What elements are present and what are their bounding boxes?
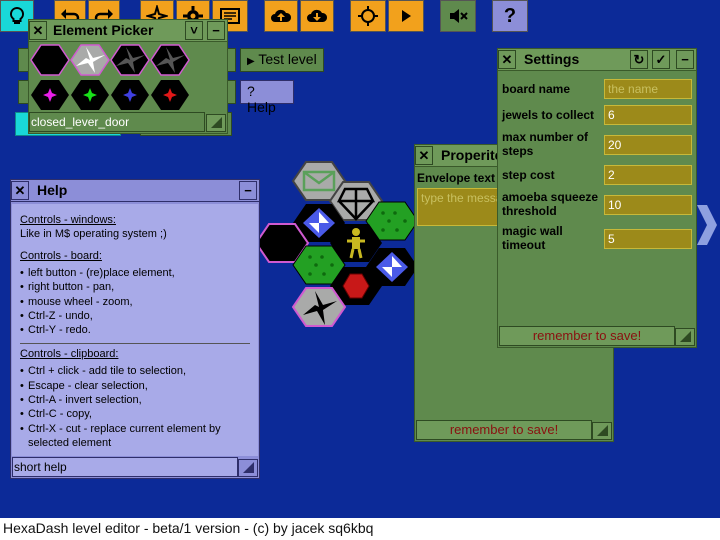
green-key-tile[interactable] (71, 80, 109, 110)
question-icon: ? (503, 4, 517, 27)
help-heading-windows: Controls - windows: (20, 214, 116, 226)
test-level-label: Test level (258, 51, 317, 67)
upload-button[interactable] (264, 0, 298, 32)
list-item: Ctrl-C - copy, (20, 407, 250, 422)
black-hex-tile[interactable] (30, 44, 70, 76)
bulb-icon (9, 6, 25, 24)
step-cost-input[interactable]: 2 (604, 165, 692, 185)
settings-titlebar[interactable]: ✕ Settings ↻ ✓ − (498, 49, 696, 71)
resize-handle[interactable] (592, 422, 612, 440)
help-heading-clipboard: Controls - clipboard: (20, 348, 119, 361)
magenta-key-tile[interactable] (31, 80, 69, 110)
magic-wall-label: magic wall timeout (502, 224, 563, 252)
amoeba-threshold-input[interactable]: 10 (604, 195, 692, 215)
mute-icon (450, 9, 468, 23)
list-item: Escape - clear selection, (20, 379, 250, 394)
help-titlebar[interactable]: ✕ Help − (11, 180, 259, 202)
minimize-icon[interactable]: − (207, 21, 225, 40)
cloud-upload-icon (271, 9, 292, 22)
selected-element-field: closed_lever_door (29, 112, 205, 132)
max-steps-label: max number of steps (502, 130, 589, 158)
status-bar: HexaDash level editor - beta/1 version -… (0, 518, 720, 540)
refresh-icon[interactable]: ↻ (630, 50, 648, 69)
blue-key-tile[interactable] (111, 80, 149, 110)
resize-handle[interactable] (206, 114, 226, 132)
question-icon: ? (247, 83, 255, 99)
list-item: Ctrl-Y - redo. (20, 323, 250, 338)
scroll-right-arrow[interactable] (697, 205, 717, 245)
help-heading-board: Controls - board: (20, 250, 102, 262)
element-picker-titlebar[interactable]: ✕ Element Picker ˅ − (29, 20, 227, 42)
magic-wall-input[interactable]: 5 (604, 229, 692, 249)
mute-button[interactable] (440, 0, 476, 32)
crosshair-icon (358, 6, 378, 26)
test-level-button[interactable]: ▶ Test level (240, 48, 324, 72)
close-icon[interactable]: ✕ (29, 21, 47, 40)
settings-save-reminder: remember to save! (499, 326, 675, 346)
minimize-icon[interactable]: − (676, 50, 694, 69)
level-board[interactable] (255, 155, 425, 340)
help-window[interactable]: ✕ Help − Controls - windows: Like in M$ … (10, 179, 260, 479)
resize-handle[interactable] (238, 459, 258, 477)
close-icon[interactable]: ✕ (498, 50, 516, 69)
settings-window[interactable]: ✕ Settings ↻ ✓ − board name the name jew… (497, 48, 697, 348)
help-list-board: left button - (re)place element, right b… (20, 266, 250, 338)
properties-save-reminder: remember to save! (416, 420, 592, 440)
element-picker-title: Element Picker (53, 22, 154, 38)
divider (20, 343, 250, 345)
max-steps-input[interactable]: 20 (604, 135, 692, 155)
chevron-right-icon (697, 205, 717, 245)
list-item: Ctrl-X - cut - replace current element b… (20, 422, 250, 451)
help-title: Help (37, 182, 68, 198)
help-toggle-button[interactable]: ? Help (240, 80, 294, 115)
board-name-input[interactable]: the name (604, 79, 692, 99)
pinwheel-gray-tile[interactable] (70, 44, 110, 76)
list-item: right button - pan, (20, 280, 250, 295)
list-item: Ctrl-Z - undo, (20, 309, 250, 324)
close-icon[interactable]: ✕ (11, 181, 29, 200)
minimize-icon[interactable]: − (239, 181, 257, 200)
help-text-windows: Like in M$ operating system ;) (20, 228, 167, 240)
board-name-label: board name (502, 82, 571, 96)
jewels-input[interactable]: 6 (604, 105, 692, 125)
jewels-label: jewels to collect (502, 108, 595, 122)
element-palette[interactable] (29, 43, 229, 113)
pinwheel-black-tile[interactable] (150, 44, 190, 76)
resize-handle[interactable] (675, 328, 695, 346)
step-cost-label: step cost (502, 168, 555, 182)
help-toggle-label: Help (247, 99, 276, 115)
red-key-tile[interactable] (151, 80, 189, 110)
download-button[interactable] (300, 0, 334, 32)
play-icon (402, 10, 411, 22)
target-button[interactable] (350, 0, 386, 32)
editor-desktop[interactable]: ? d d ▶ Test level ? Help (0, 0, 720, 518)
help-topic-field[interactable]: short help (12, 457, 238, 477)
list-item: Ctrl + click - add tile to selection, (20, 364, 250, 379)
close-icon[interactable]: ✕ (415, 146, 433, 165)
help-list-clipboard: Ctrl + click - add tile to selection, Es… (20, 364, 250, 450)
settings-title: Settings (524, 51, 580, 67)
check-icon[interactable]: ✓ (652, 50, 670, 69)
help-content[interactable]: Controls - windows: Like in M$ operating… (12, 204, 258, 456)
play-button[interactable] (388, 0, 424, 32)
list-item: Ctrl-A - invert selection, (20, 393, 250, 408)
chevron-down-icon[interactable]: ˅ (185, 21, 203, 40)
element-picker-window[interactable]: ✕ Element Picker ˅ − closed_lever_door (28, 19, 228, 134)
play-icon: ▶ (247, 56, 255, 67)
envelope-text-label: Envelope text (417, 171, 496, 185)
pinwheel-black-tile[interactable] (110, 44, 150, 76)
help-button[interactable]: ? (492, 0, 528, 32)
amoeba-threshold-label: amoeba squeeze threshold (502, 190, 599, 218)
cloud-download-icon (307, 9, 328, 22)
list-item: mouse wheel - zoom, (20, 295, 250, 310)
list-item: left button - (re)place element, (20, 266, 250, 281)
